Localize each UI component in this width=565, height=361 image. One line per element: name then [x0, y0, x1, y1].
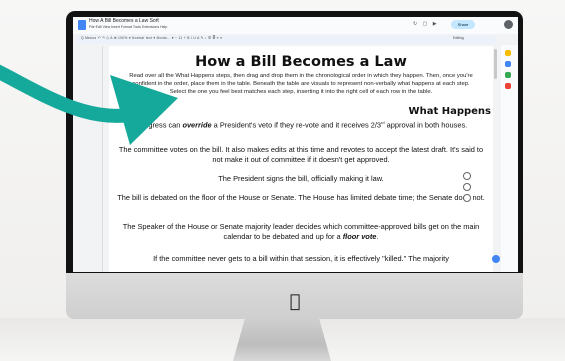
suggest-icon[interactable] — [463, 194, 471, 202]
arrow-graphic — [0, 64, 178, 145]
keep-icon[interactable] — [505, 50, 511, 56]
tasks-icon[interactable] — [505, 61, 511, 67]
emoji-icon[interactable] — [463, 183, 471, 191]
editing-mode-dropdown[interactable]: Editing — [453, 36, 464, 40]
contacts-icon[interactable] — [505, 72, 511, 78]
step-item-calendar[interactable]: The Speaker of the House or Senate major… — [117, 222, 485, 242]
explore-icon[interactable] — [492, 255, 500, 263]
star-icon[interactable]: ☆ — [155, 17, 159, 23]
imac-stand — [233, 319, 331, 361]
toolbar-controls[interactable]: Q Menus ↶ ↷ ⎙ A ⊕ 100% ▾ Normal text ▾ M… — [81, 36, 222, 40]
docs-titlebar: How A Bill Becomes a Law Sort ☆ File Edi… — [73, 17, 518, 34]
history-icon[interactable]: ↻ ▢ ▶ — [413, 21, 439, 27]
step-item-killed[interactable]: If the committee never gets to a bill wi… — [117, 254, 485, 264]
document-title[interactable]: How A Bill Becomes a Law Sort — [89, 18, 159, 24]
apple-logo:  — [285, 292, 305, 312]
menu-bar[interactable]: File Edit View Insert Format Tools Exten… — [89, 25, 167, 29]
scrollbar[interactable] — [494, 49, 497, 79]
comment-icon[interactable] — [463, 172, 471, 180]
maps-icon[interactable] — [505, 83, 511, 89]
section-heading: What Happens — [408, 106, 491, 117]
step-item-president-signs[interactable]: The President signs the bill, officially… — [117, 174, 485, 184]
docs-icon[interactable] — [78, 20, 86, 30]
side-panel — [501, 45, 518, 272]
avatar[interactable] — [504, 20, 513, 29]
step-item-floor-debate[interactable]: The bill is debated on the floor of the … — [117, 193, 485, 203]
arrow-head — [110, 75, 178, 145]
share-button[interactable]: Share — [451, 20, 475, 29]
